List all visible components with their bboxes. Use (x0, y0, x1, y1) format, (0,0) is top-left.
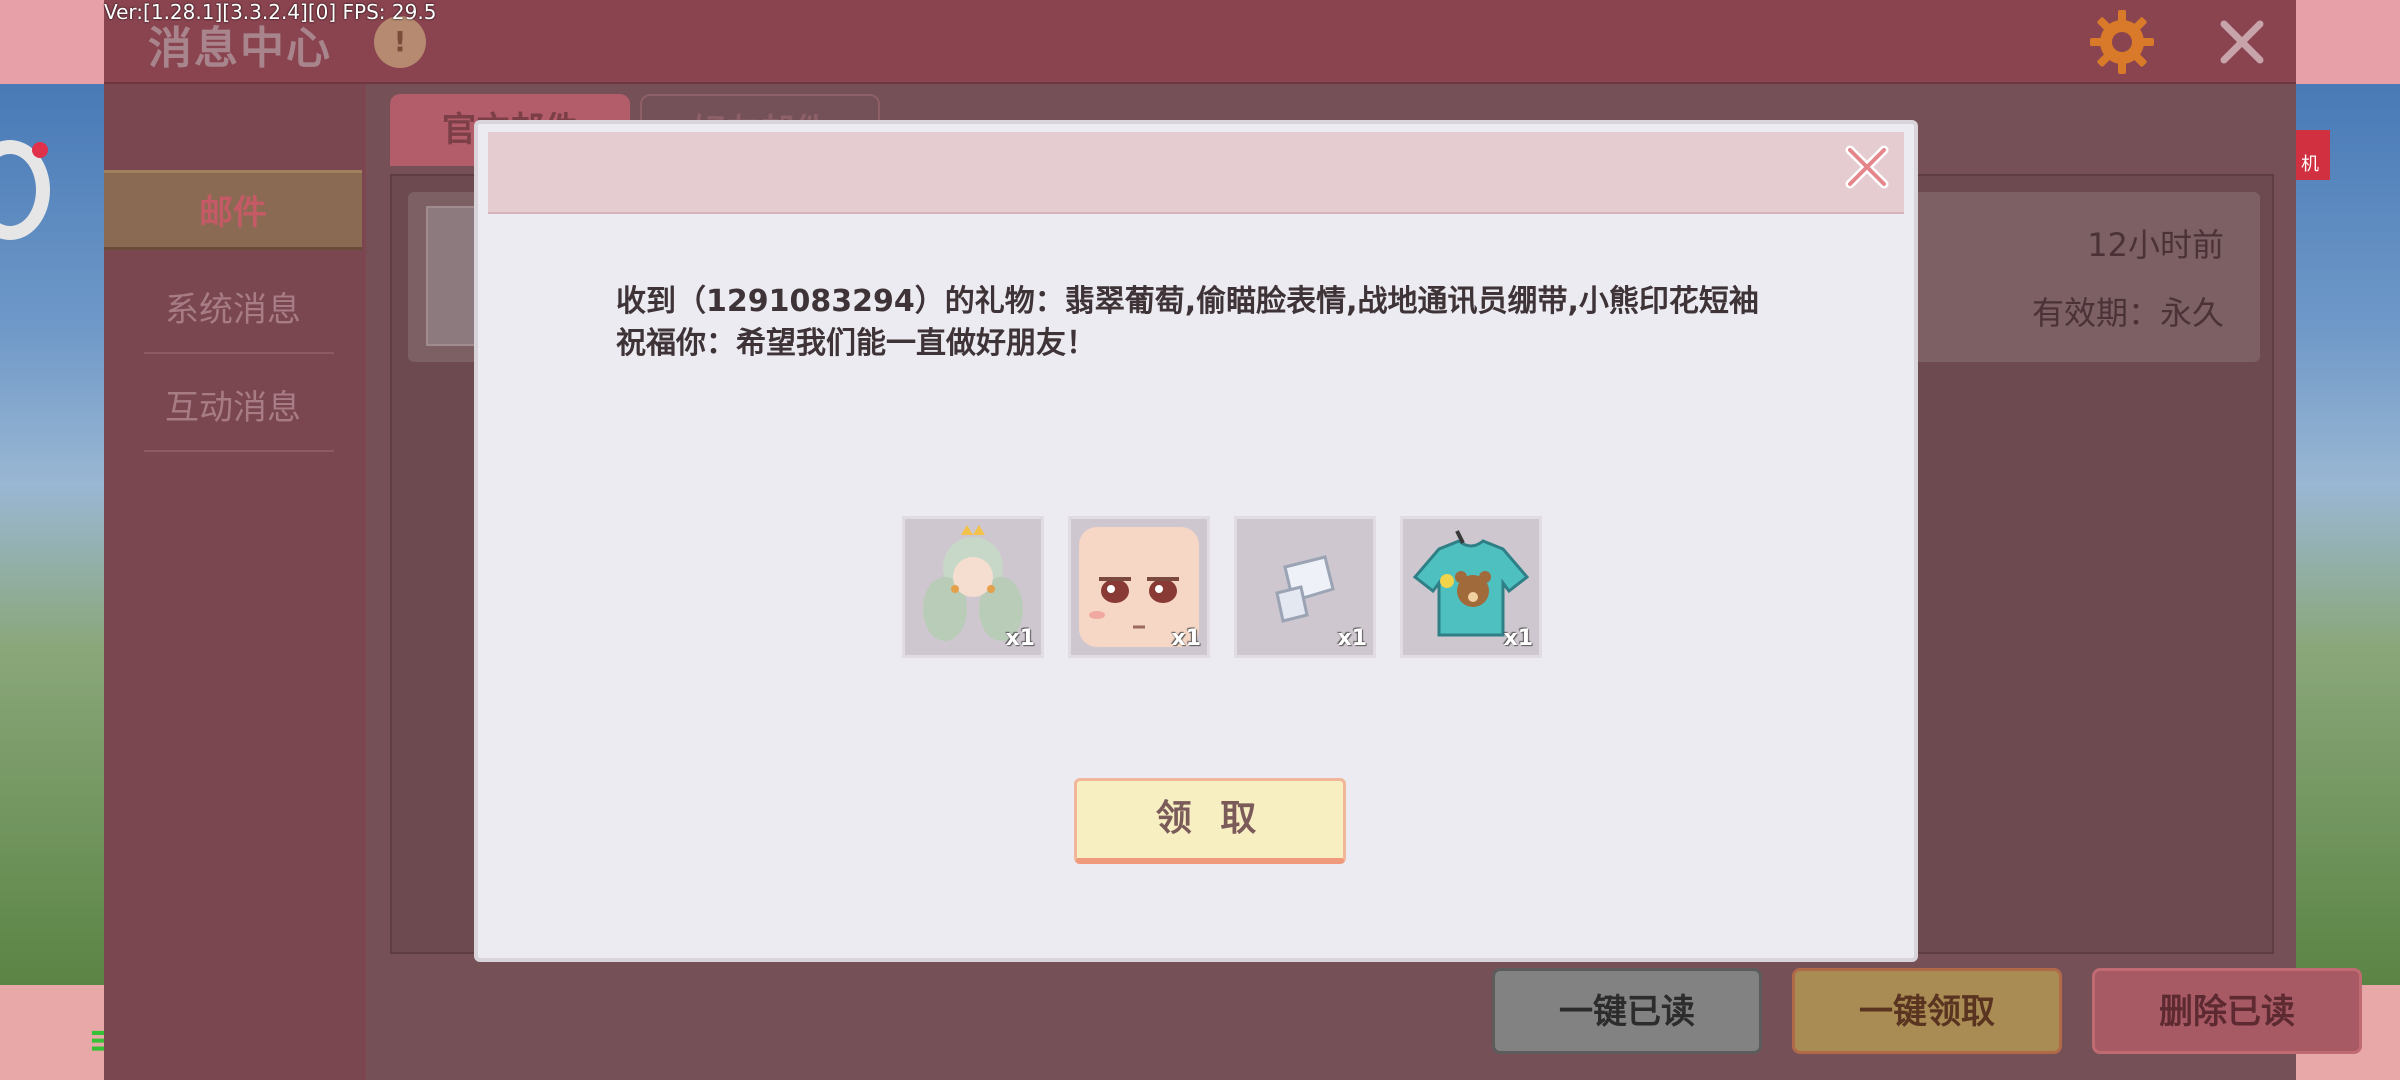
delete-read-button[interactable]: 删除已读 (2092, 968, 2362, 1054)
gear-icon[interactable] (2088, 8, 2156, 76)
background-right-badge: 机 (2290, 130, 2330, 180)
gift-item-face[interactable]: x1 (1068, 516, 1210, 658)
notification-dot (32, 142, 48, 158)
gift-message: 收到（1291083294）的礼物：翡翠葡萄,偷瞄脸表情,战地通讯员绷带,小熊印… (616, 284, 1759, 319)
sidebar-divider (144, 450, 334, 452)
claim-button[interactable]: 领 取 (1074, 778, 1346, 864)
close-icon[interactable] (1844, 144, 1890, 190)
sidebar-divider (144, 352, 334, 354)
background-right-panel (2296, 0, 2400, 84)
claim-all-button[interactable]: 一键领取 (1792, 968, 2062, 1054)
item-quantity: x1 (1503, 626, 1534, 651)
blessing-message: 祝福你：希望我们能一直做好朋友！ (616, 326, 1096, 361)
gift-item-hair[interactable]: x1 (902, 516, 1044, 658)
item-quantity: x1 (1005, 626, 1036, 651)
debug-overlay: Ver:[1.28.1][3.3.2.4][0] FPS: 29.5 (104, 0, 437, 24)
mail-time: 12小时前 (2087, 226, 2224, 264)
background-left-panel (0, 0, 104, 84)
dialog-header (488, 132, 1904, 214)
mark-all-read-button[interactable]: 一键已读 (1492, 968, 1762, 1054)
sidebar-item-mail[interactable]: 邮件 (104, 170, 362, 250)
gift-items: x1 x1 x1 x1 (902, 516, 1542, 658)
close-icon[interactable] (2214, 14, 2270, 70)
gift-item-bandage[interactable]: x1 (1234, 516, 1376, 658)
item-quantity: x1 (1337, 626, 1368, 651)
gift-item-tshirt[interactable]: x1 (1400, 516, 1542, 658)
item-quantity: x1 (1171, 626, 1202, 651)
gift-dialog: 收到（1291083294）的礼物：翡翠葡萄,偷瞄脸表情,战地通讯员绷带,小熊印… (474, 120, 1918, 962)
sidebar-item-interaction-messages[interactable]: 互动消息 (104, 368, 362, 448)
sidebar-item-system-messages[interactable]: 系统消息 (104, 270, 362, 350)
mail-expiry: 有效期：永久 (2031, 294, 2224, 332)
sidebar: 邮件 系统消息 互动消息 (104, 84, 364, 1080)
